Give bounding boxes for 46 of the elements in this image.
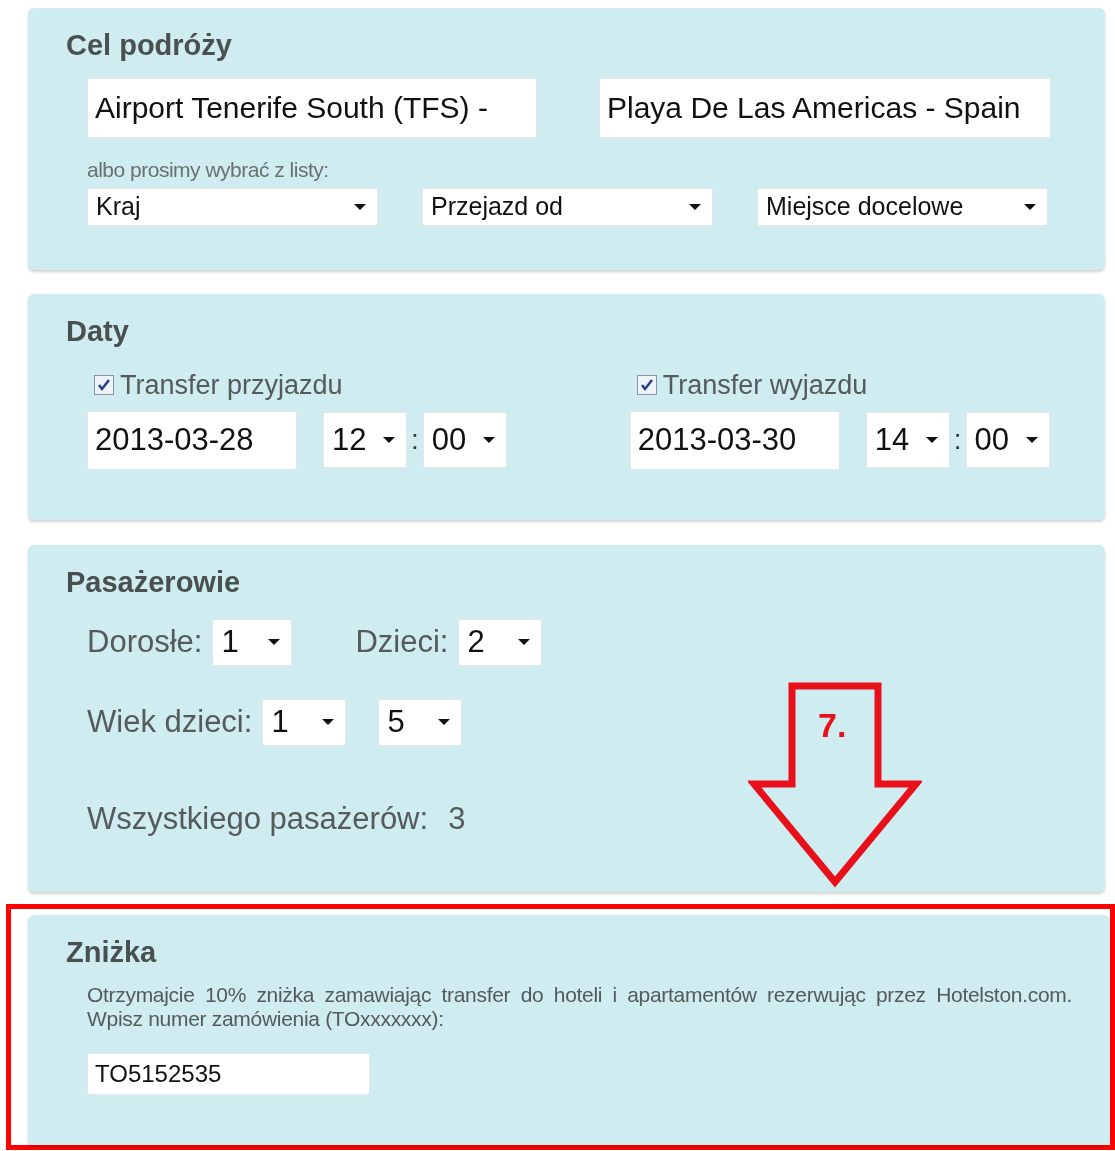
- caret-icon: [517, 638, 532, 647]
- dropdown[interactable]: Kraj: [87, 187, 378, 226]
- dropdown[interactable]: 2: [458, 618, 543, 666]
- caret-icon: [321, 718, 336, 727]
- dropdown[interactable]: 00: [422, 412, 507, 469]
- discount-description: Otrzymajcie 10% zniżka zamawiając transfer do hoteli i apartamentów rezerwując przez Hotelston.com. Wpisz numer zamówienia (TOxxxxxxx):: [87, 982, 1072, 1031]
- total-label: Wszystkiego pasażerów:: [87, 800, 429, 837]
- time-separator: :: [953, 424, 962, 457]
- caret-icon: [437, 718, 452, 727]
- arrow-icon: [748, 682, 922, 888]
- section-title: Zniżka: [66, 937, 158, 969]
- checkbox[interactable]: [636, 375, 657, 396]
- section-title: Cel podróży: [66, 30, 233, 62]
- field-label: Wiek dzieci:: [87, 704, 253, 741]
- input-field[interactable]: Airport Tenerife South (TFS) -: [87, 77, 537, 138]
- caret-icon: [267, 638, 282, 647]
- caret-icon: [1023, 202, 1037, 211]
- dropdown[interactable]: 12: [323, 412, 407, 469]
- input-field[interactable]: Playa De Las Americas - Spain: [599, 77, 1051, 138]
- dropdown[interactable]: 1: [262, 698, 347, 746]
- caret-icon: [382, 436, 396, 445]
- dropdown[interactable]: 5: [378, 698, 463, 746]
- caret-icon: [924, 436, 939, 445]
- dropdown[interactable]: 1: [212, 618, 293, 666]
- total-value: 3: [448, 800, 466, 837]
- field-label: Dzieci:: [355, 624, 449, 661]
- checkbox-label: Transfer przyjazdu: [120, 369, 343, 401]
- date-field[interactable]: 2013-03-30: [629, 410, 840, 470]
- checkbox-label: Transfer wyjazdu: [662, 369, 868, 401]
- section-title: Daty: [66, 316, 130, 348]
- dropdown[interactable]: Przejazd od: [422, 187, 713, 226]
- time-separator: :: [411, 424, 419, 457]
- field-label: Dorosłe:: [87, 624, 203, 661]
- caret-icon: [688, 202, 702, 211]
- caret-icon: [353, 202, 367, 211]
- dropdown[interactable]: 14: [865, 412, 950, 469]
- section-title: Pasażerowie: [66, 567, 242, 599]
- caret-icon: [1024, 436, 1039, 445]
- hint-text: albo prosimy wybrać z listy:: [87, 157, 330, 182]
- dropdown[interactable]: Miejsce docelowe: [757, 187, 1048, 226]
- date-field[interactable]: 2013-03-28: [87, 410, 297, 470]
- dropdown[interactable]: 00: [965, 412, 1050, 469]
- step-number: 7.: [818, 706, 847, 745]
- checkbox[interactable]: [94, 375, 114, 396]
- caret-icon: [481, 436, 496, 445]
- input-field[interactable]: TO5152535: [87, 1052, 370, 1095]
